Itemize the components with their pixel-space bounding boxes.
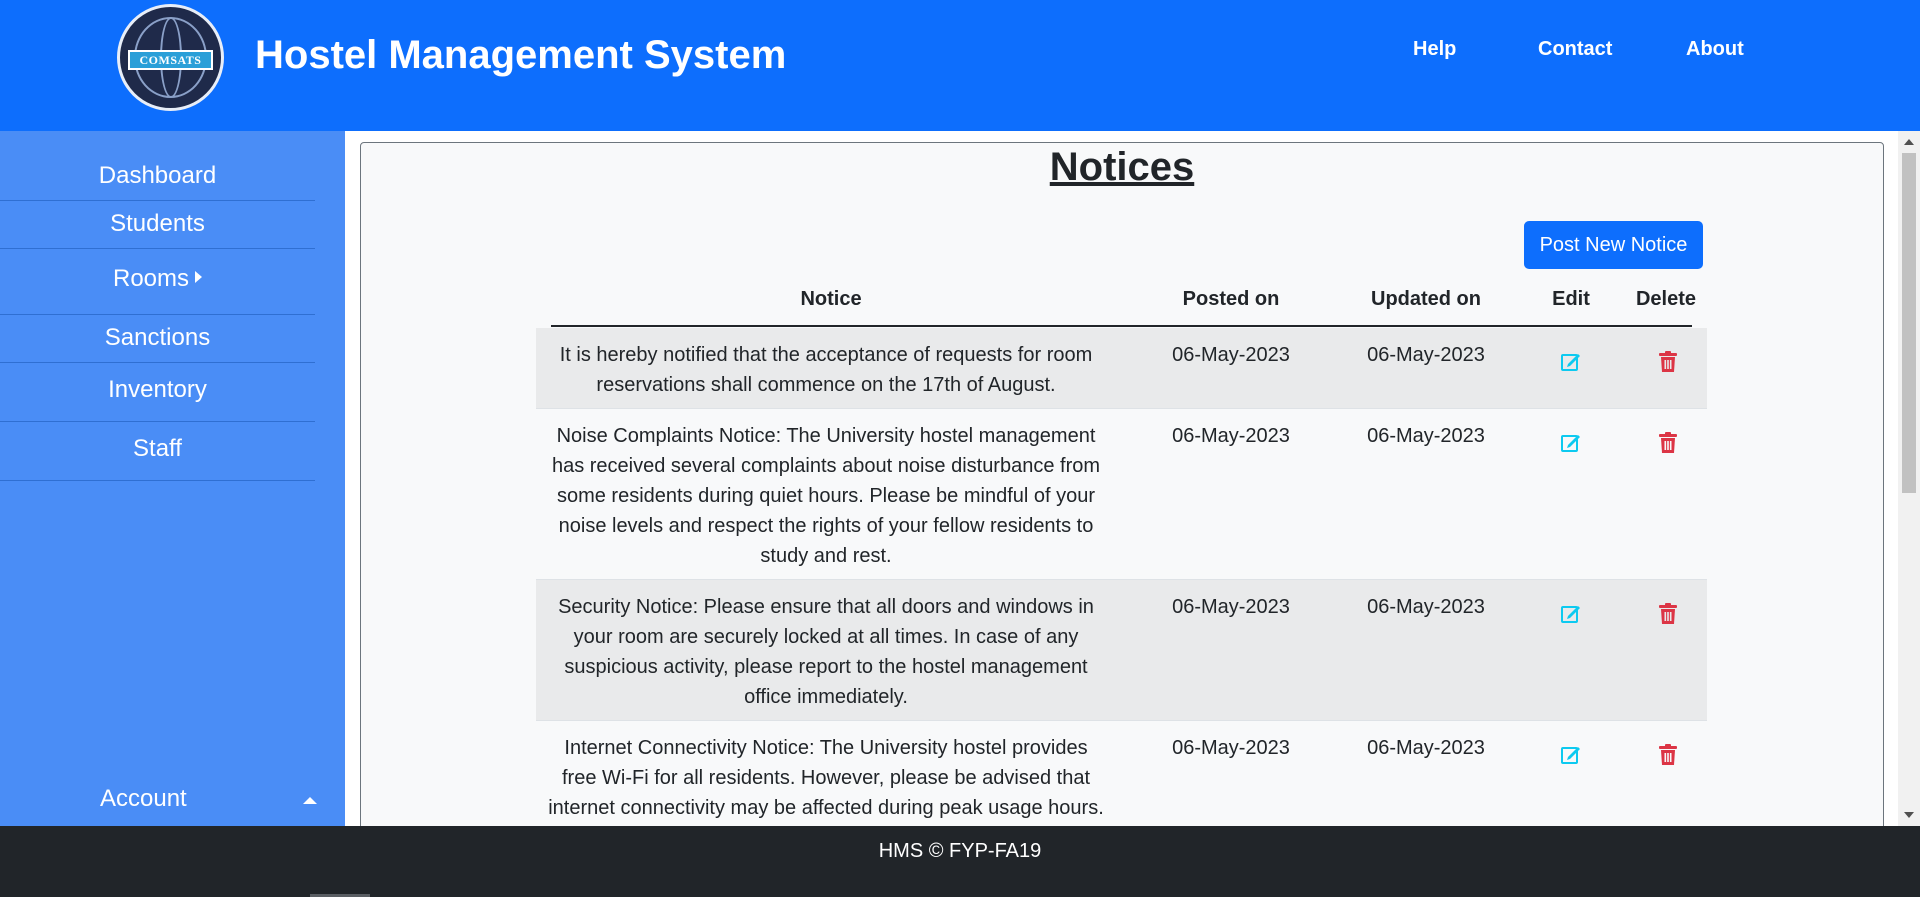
table-row: Security Notice: Please ensure that all … [536,580,1707,721]
edit-icon[interactable] [1559,743,1583,767]
caret-right-icon [195,271,203,283]
sidebar: Dashboard Students Rooms Sanctions Inven… [0,131,345,826]
trash-icon[interactable] [1656,743,1680,767]
logo-band: COMSATS [128,50,213,70]
top-header: COMSATS Hostel Management System Help Co… [0,0,1920,131]
trash-icon[interactable] [1656,602,1680,626]
nav-help-link[interactable]: Help [1413,38,1456,61]
updated-on-date: 06-May-2023 [1367,344,1485,366]
updated-on-date: 06-May-2023 [1367,596,1485,618]
nav-contact-link[interactable]: Contact [1538,38,1612,61]
edit-icon[interactable] [1559,602,1583,626]
notice-text: Internet Connectivity Notice: The Univer… [548,737,1104,819]
main-scrollbar[interactable] [1898,131,1920,826]
sidebar-item-label: Sanctions [104,324,211,351]
sidebar-item-label: Dashboard [98,162,217,189]
sidebar-item-students[interactable]: Students [0,210,315,249]
sidebar-item-label: Staff [133,435,182,462]
updated-on-date: 06-May-2023 [1367,425,1485,447]
sidebar-item-dashboard[interactable]: Dashboard [0,162,315,201]
edit-icon[interactable] [1559,350,1583,374]
sidebar-item-sanctions[interactable]: Sanctions [0,324,315,363]
notices-card: Notices Post New Notice Notice Posted on… [360,142,1884,826]
updated-on-date: 06-May-2023 [1367,737,1485,759]
column-header-edit: Edit [1552,288,1590,310]
sidebar-item-label: Rooms [112,265,190,292]
posted-on-date: 06-May-2023 [1172,596,1290,618]
notice-text: Noise Complaints Notice: The University … [551,425,1101,567]
scrollbar-thumb[interactable] [1902,153,1916,493]
sidebar-item-rooms[interactable]: Rooms [0,265,315,315]
column-header-updated-on: Updated on [1371,288,1481,310]
sidebar-item-inventory[interactable]: Inventory [0,376,315,422]
trash-icon[interactable] [1656,350,1680,374]
post-new-notice-button[interactable]: Post New Notice [1524,221,1703,269]
footer: HMS © FYP-FA19 [0,826,1920,897]
posted-on-date: 06-May-2023 [1172,737,1290,759]
scroll-down-arrow-icon[interactable] [1904,812,1914,818]
comsats-logo: COMSATS [117,4,224,111]
footer-copyright: HMS © FYP-FA19 [878,840,1042,862]
notice-text: Security Notice: Please ensure that all … [558,596,1094,708]
sidebar-item-label: Students [110,210,205,237]
nav-about-link[interactable]: About [1686,38,1744,61]
main-content: Notices Post New Notice Notice Posted on… [345,131,1920,826]
account-label: Account [100,785,187,812]
caret-up-icon [303,797,317,804]
table-row: Internet Connectivity Notice: The Univer… [536,721,1707,826]
scroll-up-arrow-icon[interactable] [1904,139,1914,145]
notice-text: It is hereby notified that the acceptanc… [559,344,1093,396]
table-row: It is hereby notified that the acceptanc… [536,328,1707,409]
sidebar-item-label: Inventory [108,376,207,403]
posted-on-date: 06-May-2023 [1172,425,1290,447]
page-title: Notices [1049,145,1195,189]
posted-on-date: 06-May-2023 [1172,344,1290,366]
column-header-posted-on: Posted on [1182,288,1280,310]
column-header-delete: Delete [1635,288,1697,310]
edit-icon[interactable] [1559,431,1583,455]
column-header-notice: Notice [800,288,862,310]
trash-icon[interactable] [1656,431,1680,455]
sidebar-item-staff[interactable]: Staff [0,435,315,481]
app-title: Hostel Management System [255,33,787,77]
table-row: Noise Complaints Notice: The University … [536,409,1707,580]
table-header-divider [551,325,1692,327]
